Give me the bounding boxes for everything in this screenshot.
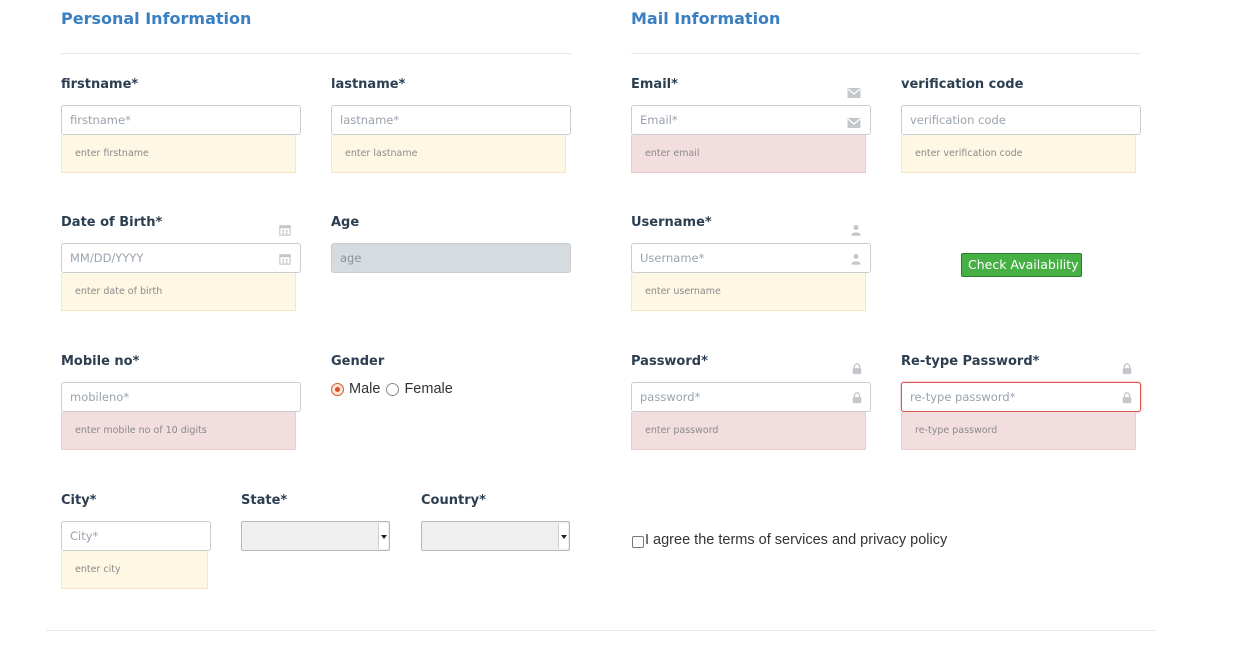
mail-divider bbox=[631, 53, 1141, 54]
firstname-input[interactable]: firstname* bbox=[61, 105, 301, 135]
retype-password-hint: re-type password bbox=[901, 412, 1136, 450]
username-input[interactable]: Username* bbox=[631, 243, 871, 273]
password-hint: enter password bbox=[631, 412, 866, 450]
chevron-down-icon[interactable] bbox=[558, 523, 568, 549]
age-label: Age bbox=[331, 215, 360, 230]
gender-label: Gender bbox=[331, 354, 385, 369]
lock-icon bbox=[852, 392, 862, 404]
gender-female-radio[interactable] bbox=[386, 382, 400, 396]
verification-label: verification code bbox=[901, 77, 1024, 92]
personal-divider bbox=[61, 53, 571, 54]
personal-section-title: Personal Information bbox=[61, 9, 252, 28]
password-label: Password* bbox=[631, 354, 708, 369]
terms-checkbox[interactable] bbox=[632, 536, 644, 548]
lastname-hint: enter lastname bbox=[331, 135, 566, 173]
gender-male-label[interactable]: Male bbox=[349, 381, 380, 397]
user-icon bbox=[851, 224, 861, 236]
lock-icon bbox=[1122, 363, 1132, 375]
mobile-input[interactable]: mobileno* bbox=[61, 382, 301, 412]
email-label: Email* bbox=[631, 77, 678, 92]
envelope-icon bbox=[847, 118, 861, 128]
dob-input[interactable]: MM/DD/YYYY bbox=[61, 243, 301, 273]
city-hint: enter city bbox=[61, 551, 208, 589]
username-label: Username* bbox=[631, 215, 712, 230]
lock-icon bbox=[852, 363, 862, 375]
check-availability-button[interactable]: Check Availability bbox=[961, 253, 1082, 277]
gender-male-radio[interactable] bbox=[331, 382, 344, 396]
user-icon bbox=[851, 253, 861, 265]
city-label: City* bbox=[61, 493, 97, 508]
lastname-input[interactable]: lastname* bbox=[331, 105, 571, 135]
country-label: Country* bbox=[421, 493, 486, 508]
verification-input[interactable]: verification code bbox=[901, 105, 1141, 135]
retype-password-label: Re-type Password* bbox=[901, 354, 1040, 369]
dob-label: Date of Birth* bbox=[61, 215, 163, 230]
mail-section-title: Mail Information bbox=[631, 9, 781, 28]
username-hint: enter username bbox=[631, 273, 866, 311]
firstname-hint: enter firstname bbox=[61, 135, 296, 173]
password-input[interactable]: password* bbox=[631, 382, 871, 412]
email-hint: enter email bbox=[631, 135, 866, 173]
city-input[interactable]: City* bbox=[61, 521, 211, 551]
gender-radio-group: Male Female bbox=[331, 381, 453, 397]
state-select[interactable] bbox=[241, 521, 390, 551]
mobile-label: Mobile no* bbox=[61, 354, 140, 369]
lastname-label: lastname* bbox=[331, 77, 406, 92]
age-input: age bbox=[331, 243, 571, 273]
mobile-hint: enter mobile no of 10 digits bbox=[61, 412, 296, 450]
dob-hint: enter date of birth bbox=[61, 273, 296, 311]
gender-female-label[interactable]: Female bbox=[404, 381, 452, 397]
envelope-icon bbox=[847, 88, 861, 98]
terms-label[interactable]: I agree the terms of services and privac… bbox=[645, 532, 947, 548]
retype-password-input[interactable]: re-type password* bbox=[901, 382, 1141, 412]
lock-icon bbox=[1122, 392, 1132, 404]
firstname-label: firstname* bbox=[61, 77, 139, 92]
calendar-icon bbox=[279, 254, 291, 265]
verification-hint: enter verification code bbox=[901, 135, 1136, 173]
email-input[interactable]: Email* bbox=[631, 105, 871, 135]
state-label: State* bbox=[241, 493, 288, 508]
country-select[interactable] bbox=[421, 521, 570, 551]
calendar-icon bbox=[279, 225, 291, 236]
chevron-down-icon[interactable] bbox=[378, 523, 388, 549]
bottom-divider bbox=[46, 630, 1156, 631]
